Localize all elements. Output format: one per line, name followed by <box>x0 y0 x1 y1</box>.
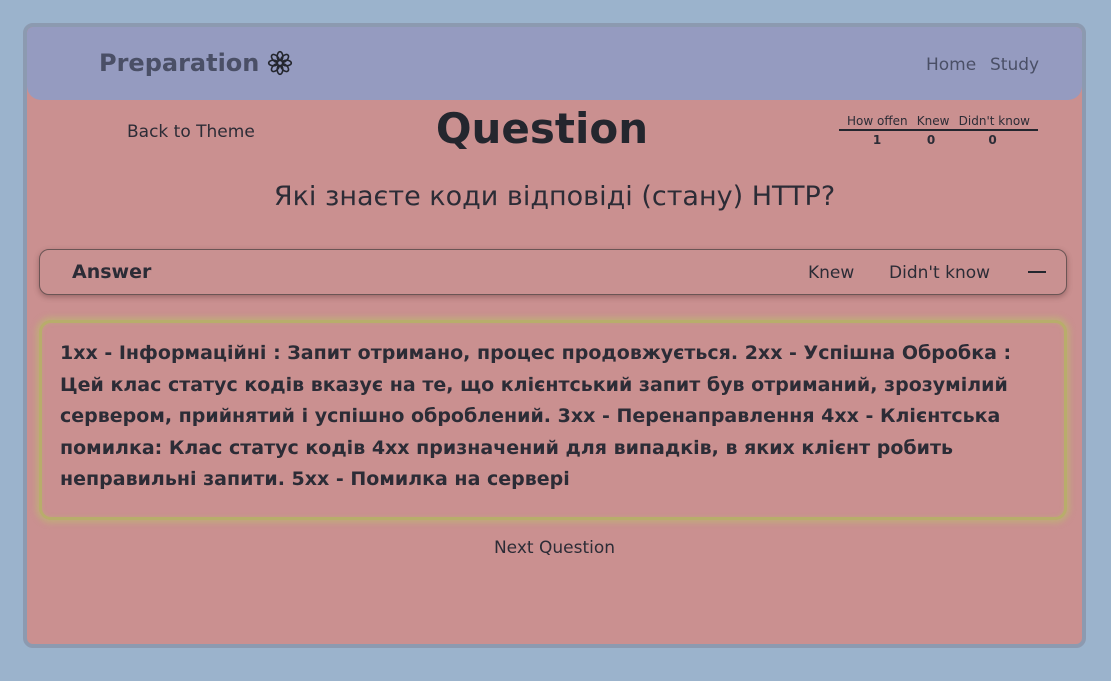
navbar: Preparation Home Study <box>27 27 1082 100</box>
question-text: Які знаєте коди відповіді (стану) HTTP? <box>273 181 836 212</box>
brand-name: Preparation <box>99 49 260 77</box>
stats-header-how-often: How offen <box>847 114 908 128</box>
flower-icon <box>267 50 293 76</box>
nav-study-link[interactable]: Study <box>990 55 1039 75</box>
answer-text: 1xx - Інформаційні : Запит отримано, про… <box>60 342 1012 490</box>
didnt-know-button[interactable]: Didn't know <box>889 263 990 283</box>
stats-value-knew: 0 <box>926 133 936 147</box>
brand[interactable]: Preparation <box>99 49 293 77</box>
stats-value-how-often: 1 <box>872 133 882 147</box>
answer-panel: 1xx - Інформаційні : Запит отримано, про… <box>39 320 1067 520</box>
next-question-link[interactable]: Next Question <box>27 538 1082 558</box>
answer-label: Answer <box>72 261 152 283</box>
stats-values-row: 1 0 0 <box>839 131 1038 147</box>
stats-header-didnt-know: Didn't know <box>958 114 1030 128</box>
main-card: Preparation Home Study Back to Theme Que… <box>23 23 1086 648</box>
answer-bar: Answer Knew Didn't know <box>39 249 1067 295</box>
stats-header-row: How offen Knew Didn't know <box>839 114 1038 131</box>
stats-value-didnt-know: 0 <box>988 133 997 147</box>
knew-button[interactable]: Knew <box>808 263 854 283</box>
nav-home-link[interactable]: Home <box>926 55 976 75</box>
minus-icon[interactable] <box>1028 271 1046 273</box>
stats-header-knew: Knew <box>916 114 950 128</box>
stats-table: How offen Knew Didn't know 1 0 0 <box>839 114 1038 147</box>
